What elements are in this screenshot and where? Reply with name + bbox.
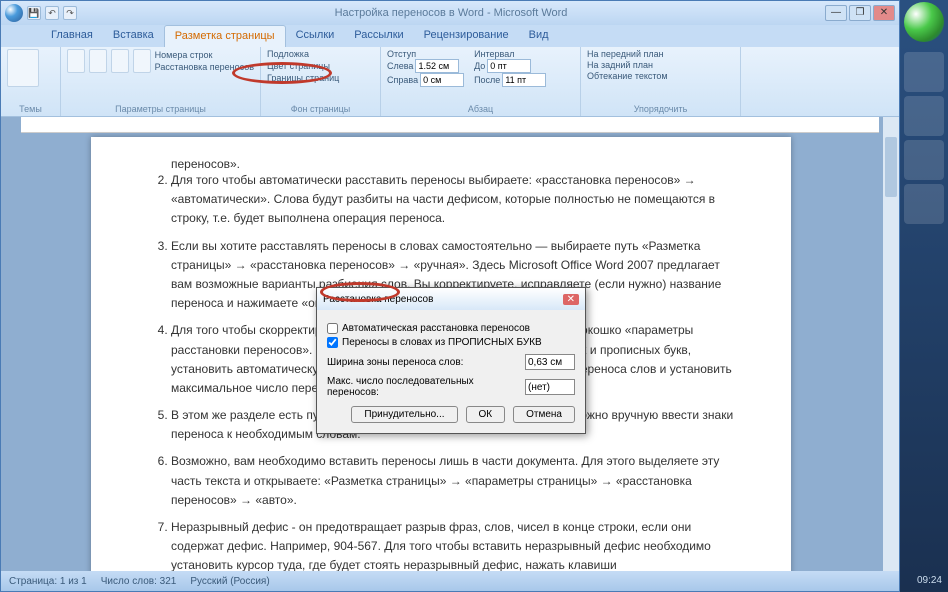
document-area: переносов». Для того чтобы автоматически…: [1, 117, 899, 571]
auto-hyphen-checkbox[interactable]: [327, 323, 338, 334]
redo-icon[interactable]: ↷: [63, 6, 77, 20]
group-page-setup: Параметры страницы: [67, 102, 254, 114]
manual-button[interactable]: Принудительно...: [351, 406, 457, 423]
group-page-bg: Фон страницы: [267, 102, 374, 114]
office-button[interactable]: [5, 4, 23, 22]
vertical-scrollbar[interactable]: [883, 117, 899, 571]
tab-insert[interactable]: Вставка: [103, 25, 164, 47]
space-before[interactable]: [487, 59, 531, 73]
line-numbers[interactable]: Номера строк: [155, 50, 254, 60]
close-button[interactable]: ✕: [873, 5, 895, 21]
maximize-button[interactable]: ❐: [849, 5, 871, 21]
tab-references[interactable]: Ссылки: [286, 25, 345, 47]
hyphenation-dropdown[interactable]: Расстановка переносов: [155, 62, 254, 72]
start-orb-icon[interactable]: [904, 2, 944, 42]
space-after[interactable]: [502, 73, 546, 87]
page-borders[interactable]: Границы страниц: [267, 73, 339, 83]
orientation-button[interactable]: [89, 49, 107, 73]
ribbon-tabs: Главная Вставка Разметка страницы Ссылки…: [1, 25, 899, 47]
windows-sidebar: 09:24: [900, 0, 948, 592]
list-item: Для того чтобы автоматически расставить …: [171, 171, 741, 229]
margins-button[interactable]: [67, 49, 85, 73]
list-item: Возможно, вам необходимо вставить перено…: [171, 452, 741, 510]
watermark[interactable]: Подложка: [267, 49, 309, 59]
caps-hyphen-checkbox[interactable]: [327, 337, 338, 348]
hyphenation-dialog: Расстановка переносов ✕ Автоматическая р…: [316, 287, 586, 434]
themes-button[interactable]: [7, 49, 39, 87]
window-title: Настройка переносов в Word - Microsoft W…: [77, 7, 825, 19]
zone-width-input[interactable]: [525, 354, 575, 370]
indent-right[interactable]: [420, 73, 464, 87]
ok-button[interactable]: ОК: [466, 406, 506, 423]
sidebar-gadget[interactable]: [904, 140, 944, 180]
doc-fragment: переносов».: [141, 157, 741, 171]
titlebar: 💾 ↶ ↷ Настройка переносов в Word - Micro…: [1, 1, 899, 25]
qat: 💾 ↶ ↷: [5, 4, 77, 22]
tab-page-layout[interactable]: Разметка страницы: [164, 25, 286, 47]
undo-icon[interactable]: ↶: [45, 6, 59, 20]
dialog-title: Расстановка переносов: [323, 294, 433, 305]
word-window: 💾 ↶ ↷ Настройка переносов в Word - Micro…: [0, 0, 900, 592]
text-wrap[interactable]: Обтекание текстом: [587, 71, 734, 81]
group-arrange: Упорядочить: [587, 102, 734, 114]
ruler[interactable]: [21, 117, 879, 133]
tab-review[interactable]: Рецензирование: [414, 25, 519, 47]
statusbar: Страница: 1 из 1 Число слов: 321 Русский…: [1, 571, 899, 591]
sidebar-gadget[interactable]: [904, 96, 944, 136]
minimize-button[interactable]: —: [825, 5, 847, 21]
columns-button[interactable]: [133, 49, 151, 73]
max-consecutive-input[interactable]: [525, 379, 575, 395]
dialog-close-icon[interactable]: ✕: [563, 294, 579, 305]
clock: 09:24: [917, 575, 942, 586]
list-item: Неразрывный дефис - он предотвращает раз…: [171, 518, 741, 571]
ribbon: Темы Номера строк Расстановка переносов …: [1, 47, 899, 117]
language[interactable]: Русский (Россия): [190, 576, 269, 587]
size-button[interactable]: [111, 49, 129, 73]
page-count[interactable]: Страница: 1 из 1: [9, 576, 87, 587]
send-back[interactable]: На задний план: [587, 60, 734, 70]
sidebar-gadget[interactable]: [904, 52, 944, 92]
group-themes: Темы: [7, 102, 54, 114]
cancel-button[interactable]: Отмена: [513, 406, 575, 423]
page-color[interactable]: Цвет страницы: [267, 61, 330, 71]
tab-view[interactable]: Вид: [519, 25, 559, 47]
save-icon[interactable]: 💾: [27, 6, 41, 20]
tab-home[interactable]: Главная: [41, 25, 103, 47]
bring-front[interactable]: На передний план: [587, 49, 734, 59]
tab-mailings[interactable]: Рассылки: [344, 25, 413, 47]
word-count[interactable]: Число слов: 321: [101, 576, 177, 587]
sidebar-gadget[interactable]: [904, 184, 944, 224]
group-paragraph: Абзац: [387, 102, 574, 114]
indent-left[interactable]: [415, 59, 459, 73]
